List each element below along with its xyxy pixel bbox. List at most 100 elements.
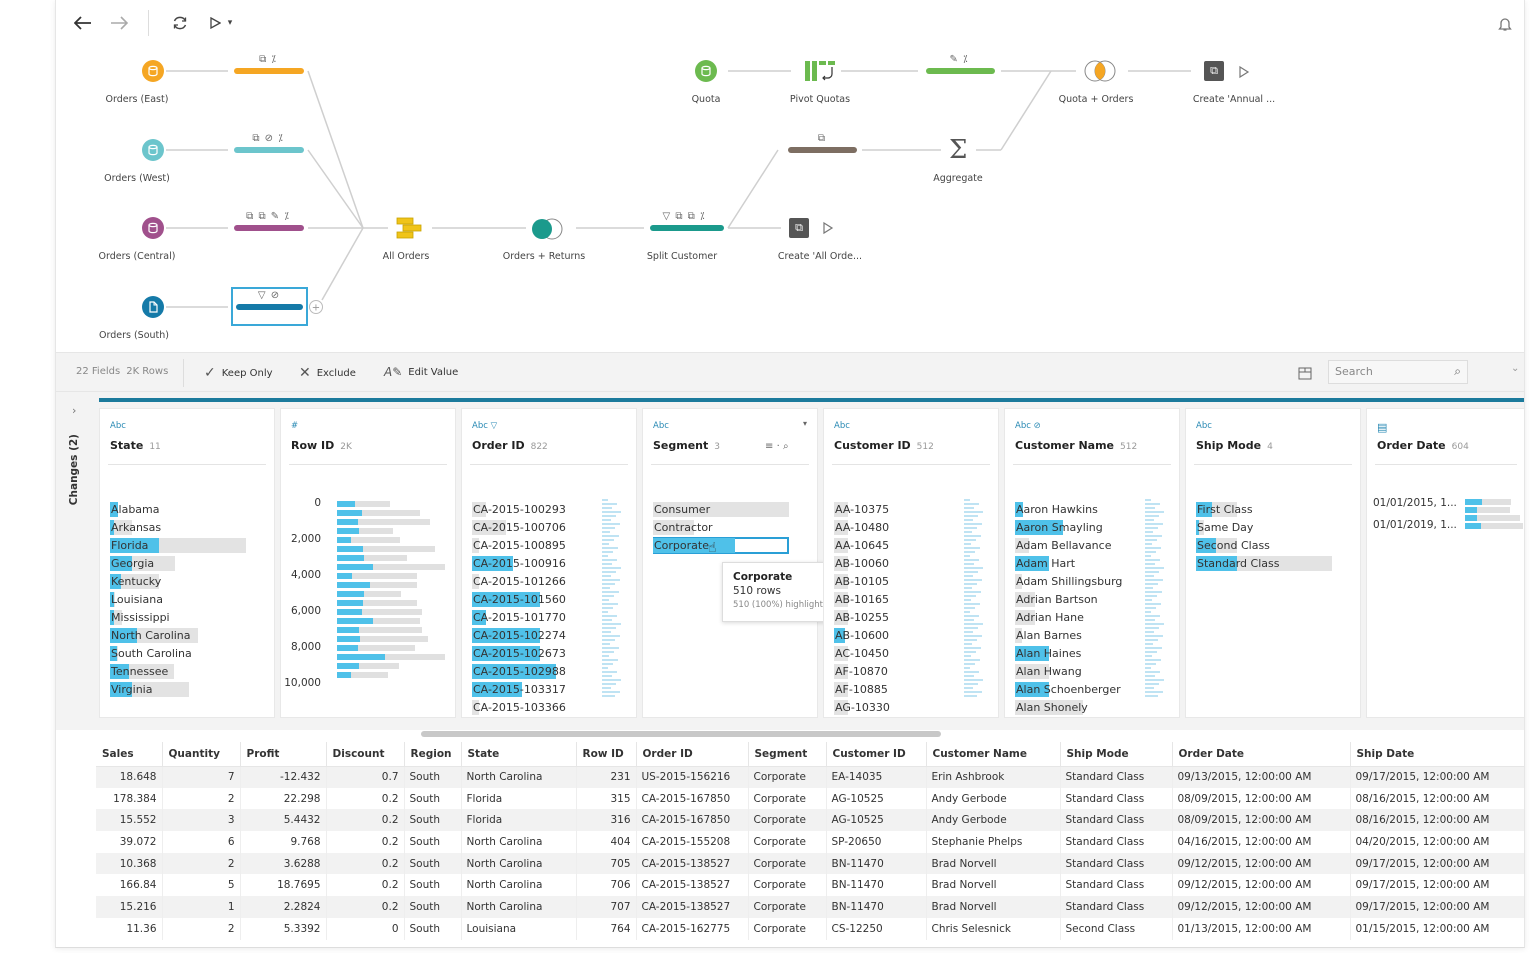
table-row[interactable]: 39.072 6 9.768 0.2 South North Carolina 404 CA-…: [96, 831, 1524, 853]
profile-value-bar[interactable]: Adam Shillingsburg: [1015, 573, 1122, 589]
profile-value-bar[interactable]: Louisiana: [110, 591, 163, 607]
profile-value-bar[interactable]: CA-2015-101770: [472, 609, 566, 625]
edit-value-button[interactable]: A✎ Edit Value: [384, 365, 458, 379]
column-header[interactable]: Customer ID: [826, 742, 927, 767]
profile-card-state[interactable]: Abc State 11 Alabama Arkansas Florida Georgia K…: [99, 408, 275, 718]
collapse-chevron-icon[interactable]: ⌄: [1511, 363, 1519, 374]
profile-value-bar[interactable]: AB-10165: [834, 591, 889, 607]
column-header[interactable]: Ship Mode: [1060, 742, 1173, 767]
profile-value-bar[interactable]: Alan Barnes: [1015, 627, 1082, 643]
output-node-annual[interactable]: ⧉: [1204, 61, 1224, 81]
output-node-all-orders[interactable]: ⧉: [789, 218, 809, 238]
profile-value-bar[interactable]: AG-10330: [834, 699, 890, 715]
table-row[interactable]: 178.384 2 22.298 0.2 South Florida 315 CA-2015-…: [96, 787, 1524, 810]
profile-card-ship-mode[interactable]: Abc Ship Mode 4 First Class Same Day Second C…: [1185, 408, 1361, 718]
exclude-button[interactable]: ✕ Exclude: [299, 365, 356, 381]
profile-value-bar[interactable]: AB-10255: [834, 609, 889, 625]
card-menu-icon[interactable]: ▾: [803, 419, 807, 428]
profile-value-bar[interactable]: Kentucky: [110, 573, 161, 589]
profile-card-order-date[interactable]: ▤ Order Date 604 01/01/2015, 1... 01/01/2019…: [1366, 408, 1524, 718]
view-toggle-button[interactable]: [1298, 365, 1312, 384]
clean-step-gray[interactable]: [788, 147, 857, 153]
profile-value-bar[interactable]: Georgia: [110, 555, 176, 571]
profile-value-bar[interactable]: Alan Hwang: [1015, 663, 1082, 679]
profile-value-bar[interactable]: North Carolina: [110, 627, 199, 643]
sort-icon[interactable]: ≡: [765, 441, 773, 452]
column-header[interactable]: Sales: [96, 742, 163, 767]
value-minimap-scrollbar[interactable]: [602, 499, 628, 699]
keep-only-button[interactable]: ✓ Keep Only: [204, 365, 273, 381]
table-row[interactable]: 15.216 1 2.2824 0.2 South North Carolina 707 CA…: [96, 896, 1524, 918]
column-header[interactable]: Region: [404, 742, 462, 767]
profile-horizontal-scrollbar[interactable]: [421, 731, 941, 737]
expand-chevron-icon[interactable]: ›: [72, 404, 76, 417]
profile-value-bar[interactable]: Arkansas: [110, 519, 161, 535]
column-header[interactable]: State: [461, 742, 577, 767]
input-node-orders-west[interactable]: [142, 139, 164, 161]
column-header[interactable]: Ship Date: [1350, 742, 1524, 767]
profile-value-bar[interactable]: Aaron Smayling: [1015, 519, 1103, 535]
profile-card-customer-id[interactable]: Abc Customer ID 512 AA-10375 AA-10480 AA-1064…: [823, 408, 999, 718]
clean-step-split-customer[interactable]: [650, 225, 724, 231]
profile-value-bar[interactable]: Alabama: [110, 501, 160, 517]
profile-value-bar[interactable]: Alan Haines: [1015, 645, 1081, 661]
profile-value-bar[interactable]: AB-10060: [834, 555, 889, 571]
input-node-orders-south[interactable]: [142, 296, 164, 318]
profile-value-bar[interactable]: Adam Bellavance: [1015, 537, 1111, 553]
union-node-all-orders[interactable]: [395, 216, 423, 240]
profile-value-bar[interactable]: AC-10450: [834, 645, 889, 661]
profile-value-bar[interactable]: Alan Schoenberger: [1015, 681, 1121, 697]
profile-value-bar[interactable]: CA-2015-101266: [472, 573, 566, 589]
profile-value-bar[interactable]: CA-2015-100706: [472, 519, 566, 535]
flow-canvas[interactable]: + Orders (East) ⧉ ⁒ Orders (West) ⧉ ⊘ ⁒ …: [56, 0, 1524, 350]
profile-value-bar[interactable]: South Carolina: [110, 645, 192, 661]
profile-value-bar[interactable]: AA-10645: [834, 537, 889, 553]
profile-value-bar[interactable]: Alan Shonely: [1015, 699, 1088, 715]
profile-value-bar[interactable]: CA-2015-100916: [472, 555, 566, 571]
clean-step-east[interactable]: [234, 68, 304, 74]
profile-value-bar[interactable]: Florida: [110, 537, 246, 553]
pivot-node-pivot-quotas[interactable]: [804, 60, 838, 82]
column-header[interactable]: Order Date: [1172, 742, 1351, 767]
profile-value-bar[interactable]: AA-10375: [834, 501, 889, 517]
profile-value-bar[interactable]: Second Class: [1196, 537, 1270, 553]
aggregate-node[interactable]: Σ: [949, 135, 967, 165]
column-header[interactable]: Quantity: [162, 742, 241, 767]
column-header[interactable]: Segment: [748, 742, 827, 767]
run-output-annual-button[interactable]: [1238, 64, 1250, 83]
value-minimap-scrollbar[interactable]: [964, 499, 990, 699]
profile-value-bar[interactable]: Aaron Hawkins: [1015, 501, 1098, 517]
clean-step-quota[interactable]: [926, 68, 995, 74]
join-node-orders-returns[interactable]: [528, 217, 566, 241]
search-input[interactable]: Search ⌕: [1328, 360, 1468, 384]
changes-label[interactable]: Changes (2): [68, 434, 80, 505]
profile-value-bar[interactable]: Contractor: [653, 519, 713, 535]
profile-value-bar[interactable]: Adrian Hane: [1015, 609, 1084, 625]
profile-value-bar[interactable]: Mississippi: [110, 609, 170, 625]
profile-value-bar[interactable]: First Class: [1196, 501, 1253, 517]
clean-step-central[interactable]: [234, 225, 304, 231]
profile-value-bar[interactable]: AF-10885: [834, 681, 888, 697]
input-node-orders-east[interactable]: [142, 60, 164, 82]
profile-value-bar[interactable]: Virginia: [110, 681, 189, 697]
column-header[interactable]: Order ID: [636, 742, 749, 767]
join-node-quota-orders[interactable]: [1080, 59, 1120, 83]
profile-value-bar[interactable]: Corporate: [653, 537, 789, 554]
search-icon[interactable]: ⌕: [783, 441, 789, 452]
profile-value-bar[interactable]: Same Day: [1196, 519, 1253, 535]
profile-value-bar[interactable]: CA-2015-102673: [472, 645, 566, 661]
profile-value-bar[interactable]: Adam Hart: [1015, 555, 1075, 571]
column-header[interactable]: Profit: [240, 742, 327, 767]
profile-value-bar[interactable]: AB-10600: [834, 627, 889, 643]
profile-value-bar[interactable]: CA-2015-103317: [472, 681, 566, 697]
table-row[interactable]: 11.36 2 5.3392 0 South Louisiana 764 CA-2015-16…: [96, 917, 1524, 940]
changes-sidebar[interactable]: › Changes (2): [56, 392, 96, 730]
profile-value-bar[interactable]: Tennessee: [110, 663, 174, 679]
table-row[interactable]: 15.552 3 5.4432 0.2 South Florida 316 CA-2015-1…: [96, 809, 1524, 832]
profile-value-bar[interactable]: Consumer: [653, 501, 789, 517]
value-minimap-scrollbar[interactable]: [1145, 499, 1171, 699]
column-header[interactable]: Customer Name: [926, 742, 1061, 767]
column-header[interactable]: Discount: [326, 742, 405, 767]
column-header[interactable]: Row ID: [576, 742, 637, 767]
profile-value-bar[interactable]: CA-2015-102274: [472, 627, 566, 643]
